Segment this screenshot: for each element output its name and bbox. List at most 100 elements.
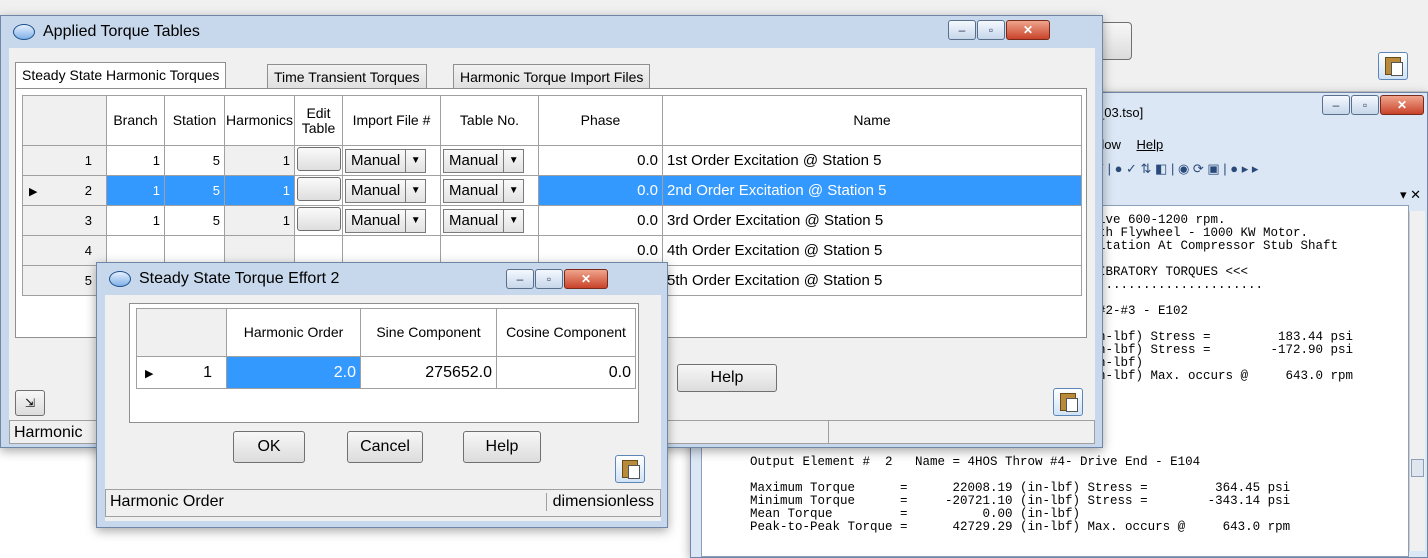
cell-station[interactable]: 5 (164, 205, 225, 236)
paste-button[interactable] (1053, 388, 1083, 416)
col-sine: Sine Component (360, 308, 497, 357)
close-button[interactable]: ✕ (564, 269, 608, 289)
status-divider (828, 421, 829, 443)
output-window-title: _03.tso] (1097, 105, 1144, 120)
status-right: dimensionless (545, 493, 654, 511)
paste-button[interactable] (615, 455, 645, 483)
tab-time-transient[interactable]: Time Transient Torques (267, 64, 427, 88)
cell-import-file[interactable]: Manual ▼ (342, 175, 441, 206)
minimize-button[interactable]: ‒ (1322, 95, 1350, 115)
cell-phase[interactable]: 0.0 (538, 235, 663, 266)
output-text-narrow: ive 600-1200 rpm. th Flywheel - 1000 KW … (1098, 213, 1354, 383)
table-row[interactable]: ▶ 2 1 5 1 Manual ▼ Manual ▼ 0.0 2nd Order Excitati… (22, 175, 1082, 206)
status-bar: Harmonic Order dimensionless (105, 489, 661, 517)
corner-header (136, 308, 227, 357)
cell-table-no[interactable]: Manual ▼ (440, 175, 539, 206)
cell-edit-table[interactable] (294, 205, 343, 236)
cell-harmonics[interactable]: 1 (224, 205, 295, 236)
chevron-down-icon: ▼ (405, 209, 425, 232)
cell-import-file[interactable]: Manual ▼ (342, 205, 441, 236)
cell-name[interactable]: 2nd Order Excitation @ Station 5 (662, 175, 1082, 206)
scrollbar-thumb[interactable] (1411, 459, 1424, 477)
maximize-button[interactable]: ▫ (1351, 95, 1379, 115)
cell-phase[interactable]: 0.0 (538, 205, 663, 236)
paste-icon (622, 460, 640, 479)
table-row[interactable]: 1 1 5 1 Manual ▼ Manual ▼ 0.0 1st Order Excitatio… (22, 145, 1082, 176)
minimize-button[interactable]: ‒ (506, 269, 534, 289)
cell-name[interactable]: 4th Order Excitation @ Station 5 (662, 235, 1082, 266)
cell-harmonics[interactable] (224, 235, 295, 266)
minimize-button[interactable]: ‒ (948, 20, 976, 40)
background-button[interactable] (1100, 22, 1132, 60)
cell-harmonics[interactable]: 1 (224, 145, 295, 176)
cell-station[interactable]: 5 (164, 145, 225, 176)
edit-table-button[interactable] (296, 147, 341, 171)
cell-branch[interactable] (106, 235, 165, 266)
cell-phase[interactable]: 0.0 (538, 175, 663, 206)
close-pane-icon[interactable]: ▾ ✕ (1400, 187, 1421, 203)
cell-sine[interactable]: 275652.0 (360, 356, 497, 389)
import-file-combo[interactable]: Manual ▼ (345, 208, 427, 233)
help-button[interactable]: Help (463, 431, 541, 463)
import-file-combo[interactable]: Manual ▼ (345, 178, 427, 203)
row-header[interactable]: ▶ 2 (22, 175, 107, 206)
maximize-button[interactable]: ▫ (977, 20, 1005, 40)
cell-import-file[interactable]: Manual ▼ (342, 145, 441, 176)
col-import-file: Import File # (342, 95, 441, 146)
cell-table-no[interactable]: Manual ▼ (440, 145, 539, 176)
cell-cosine[interactable]: 0.0 (496, 356, 636, 389)
cell-harmonics[interactable]: 1 (224, 175, 295, 206)
edit-table-button[interactable] (296, 207, 341, 231)
table-row[interactable]: 4 0.0 4th Order Excitation @ Station 5 (22, 235, 1082, 266)
table-no-combo[interactable]: Manual ▼ (443, 178, 525, 203)
table-no-combo[interactable]: Manual ▼ (443, 148, 525, 173)
cell-station[interactable] (164, 235, 225, 266)
cell-edit-table[interactable] (294, 235, 343, 266)
cell-name[interactable]: 3rd Order Excitation @ Station 5 (662, 205, 1082, 236)
cell-branch[interactable]: 1 (106, 145, 165, 176)
table-no-combo[interactable]: Manual ▼ (443, 208, 525, 233)
row-header[interactable]: 5 (22, 265, 107, 296)
window-title: Applied Torque Tables (43, 23, 200, 40)
close-button[interactable]: ✕ (1380, 95, 1424, 115)
dialog-client: Harmonic Order Sine Component Cosine Com… (105, 295, 661, 521)
import-file-combo[interactable]: Manual ▼ (345, 148, 427, 173)
table-row[interactable]: 3 1 5 1 Manual ▼ Manual ▼ 0.0 3rd Order Excitatio… (22, 205, 1082, 236)
import-button[interactable]: ⇲ (15, 390, 45, 416)
cell-phase[interactable]: 0.0 (538, 145, 663, 176)
toolbar-icons: ¶ | ● ✓ ⇅ ◧ | ◉ ⟳ ▣ | ● ▸ ▸ (1097, 161, 1259, 176)
cell-station[interactable]: 5 (164, 175, 225, 206)
col-harmonic-order: Harmonic Order (226, 308, 361, 357)
harmonic-table: Harmonic Order Sine Component Cosine Com… (136, 308, 636, 389)
tab-steady-state[interactable]: Steady State Harmonic Torques (15, 62, 227, 88)
cell-name[interactable]: 5th Order Excitation @ Station 5 (662, 265, 1082, 296)
cell-import-file[interactable] (342, 235, 441, 266)
tab-import-files[interactable]: Harmonic Torque Import Files (453, 64, 651, 88)
cell-harmonic-order[interactable]: 2.0 (226, 356, 361, 389)
close-button[interactable]: ✕ (1006, 20, 1050, 40)
cell-name[interactable]: 1st Order Excitation @ Station 5 (662, 145, 1082, 176)
menu-help[interactable]: Help (1136, 137, 1163, 152)
vertical-scrollbar[interactable] (1409, 211, 1425, 551)
col-station: Station (164, 95, 225, 146)
cell-branch[interactable]: 1 (106, 205, 165, 236)
cell-table-no[interactable] (440, 235, 539, 266)
maximize-button[interactable]: ▫ (535, 269, 563, 289)
col-table-no: Table No. (440, 95, 539, 146)
ok-button[interactable]: OK (233, 431, 305, 463)
title-bar: Applied Torque Tables ‒ ▫ ✕ (1, 16, 1102, 48)
cancel-button[interactable]: Cancel (347, 431, 423, 463)
col-cosine: Cosine Component (496, 308, 636, 357)
app-icon (109, 271, 131, 287)
row-header[interactable]: 3 (22, 205, 107, 236)
row-header[interactable]: 1 (22, 145, 107, 176)
row-header[interactable]: 4 (22, 235, 107, 266)
row-header[interactable]: ▶ 1 (136, 356, 227, 389)
cell-edit-table[interactable] (294, 175, 343, 206)
background-paste-button[interactable] (1378, 52, 1408, 80)
help-button[interactable]: Help (677, 364, 777, 392)
cell-branch[interactable]: 1 (106, 175, 165, 206)
cell-table-no[interactable]: Manual ▼ (440, 205, 539, 236)
edit-table-button[interactable] (296, 177, 341, 201)
cell-edit-table[interactable] (294, 145, 343, 176)
